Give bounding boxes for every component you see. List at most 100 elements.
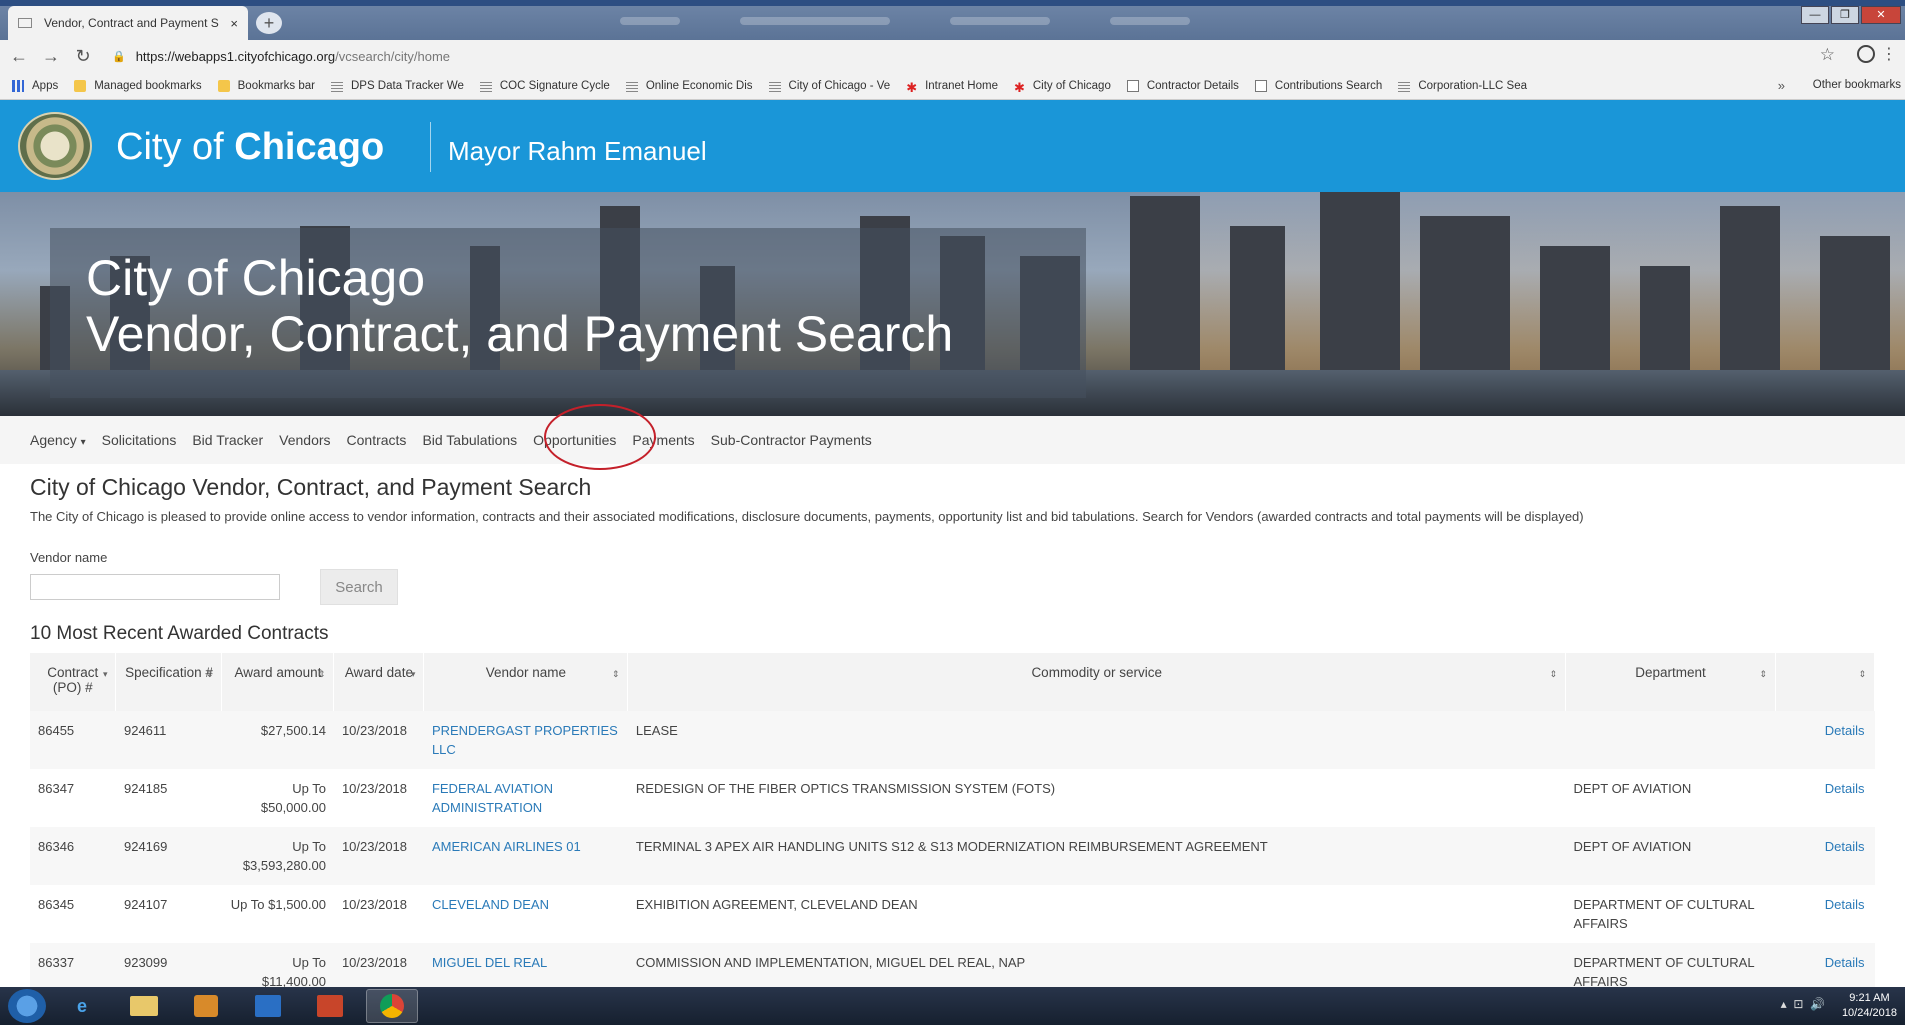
nav-sub-contractor-payments[interactable]: Sub-Contractor Payments (711, 432, 872, 448)
nav-bid-tabulations[interactable]: Bid Tabulations (422, 432, 517, 448)
cell-date: 10/23/2018 (334, 711, 424, 769)
col-header-department[interactable]: Department ⇕ (1565, 653, 1776, 711)
nav-opportunities[interactable]: Opportunities (533, 432, 616, 448)
url-path: /vcsearch/city/home (335, 48, 451, 64)
powerpoint-icon[interactable] (304, 989, 356, 1023)
city-seal-logo[interactable] (18, 112, 92, 180)
vendor-link[interactable]: FEDERAL AVIATION ADMINISTRATION (432, 781, 553, 815)
vendor-link[interactable]: MIGUEL DEL REAL (432, 955, 547, 970)
nav-vendors[interactable]: Vendors (279, 432, 330, 448)
browser-titlebar: Vendor, Contract and Payment S × + — ❐ ✕ (0, 0, 1905, 40)
page-title: City of Chicago Vendor, Contract, and Pa… (30, 474, 592, 500)
col-header-date[interactable]: Award date ▾ (333, 653, 425, 711)
bookmark-item[interactable]: COC Signature Cycle (479, 79, 610, 92)
cell-department: DEPARTMENT OF CULTURAL AFFAIRS (1566, 885, 1776, 943)
file-explorer-icon[interactable] (118, 989, 170, 1023)
col-header-department-label: Department (1635, 665, 1706, 680)
cell-spec-text: 924185 (123, 781, 168, 796)
bookmark-label: COC Signature Cycle (499, 79, 610, 92)
col-header-spec[interactable]: Specification # ⇕ (115, 653, 223, 711)
outlook-icon[interactable] (242, 989, 294, 1023)
brand-bold: Chicago (234, 126, 385, 168)
bookmark-item[interactable]: Apps (12, 79, 58, 92)
sort-icon: ⇕ (317, 669, 326, 679)
bookmark-star-icon[interactable]: ☆ (1820, 45, 1835, 65)
vendor-link[interactable]: CLEVELAND DEAN (432, 897, 549, 912)
cell-commodity-text: EXHIBITION AGREEMENT, CLEVELAND DEAN (635, 897, 918, 912)
details-link[interactable]: Details (1825, 897, 1865, 912)
new-tab-button[interactable]: + (256, 12, 282, 34)
blurred-tab-strip (620, 12, 1620, 30)
col-header-details[interactable]: ⇕ (1775, 653, 1876, 711)
details-link[interactable]: Details (1825, 839, 1865, 854)
site-brand[interactable]: City of Chicago (116, 126, 384, 169)
vendor-name-input[interactable] (30, 574, 280, 600)
cell-amount: Up To $50,000.00 (222, 769, 334, 827)
doc-icon (1126, 79, 1139, 92)
minimize-button[interactable]: — (1801, 6, 1829, 24)
cell-spec-text: 923099 (123, 955, 168, 970)
bookmark-item[interactable]: ✱ City of Chicago (1014, 80, 1111, 95)
bookmarks-overflow-button[interactable]: » (1778, 78, 1785, 93)
nav-payments[interactable]: Payments (632, 432, 694, 448)
media-player-icon[interactable] (180, 989, 232, 1023)
nav-bid-tracker[interactable]: Bid Tracker (192, 432, 263, 448)
cell-commodity: EXHIBITION AGREEMENT, CLEVELAND DEAN (628, 885, 1566, 943)
browser-tab[interactable]: Vendor, Contract and Payment S × (8, 6, 248, 40)
skyline-building (1720, 206, 1780, 376)
back-arrow-icon[interactable]: ← (6, 46, 32, 67)
maximize-button[interactable]: ❐ (1831, 6, 1859, 24)
other-bookmarks[interactable]: Other bookmarks (1805, 79, 1901, 91)
search-row: Search (30, 569, 1875, 605)
address-bar[interactable]: 🔒 https://webapps1.cityofchicago.org/vcs… (112, 44, 1812, 68)
bookmark-item[interactable]: Online Economic Dis (625, 79, 753, 92)
intro-text: The City of Chicago is pleased to provid… (30, 509, 1584, 524)
skyline-building (1420, 216, 1510, 376)
doc-icon (1254, 79, 1267, 92)
nav-contracts[interactable]: Contracts (347, 432, 407, 448)
search-button[interactable]: Search (320, 569, 398, 605)
nav-solicitations[interactable]: Solicitations (102, 432, 177, 448)
vendor-link[interactable]: AMERICAN AIRLINES 01 (432, 839, 581, 854)
bookmark-item[interactable]: Managed bookmarks (74, 79, 202, 92)
chrome-icon[interactable] (366, 989, 418, 1023)
bookmark-item[interactable]: Contributions Search (1254, 79, 1382, 92)
details-link[interactable]: Details (1825, 955, 1865, 970)
window-close-button[interactable]: ✕ (1861, 6, 1901, 24)
col-header-vendor[interactable]: Vendor name ⇕ (423, 653, 629, 711)
nav-agency[interactable]: Agency ▾ (30, 432, 86, 448)
tab-favicon-icon (18, 18, 32, 28)
bookmark-item[interactable]: Corporation-LLC Sea (1398, 79, 1527, 92)
col-header-date-label: Award date (344, 665, 413, 680)
col-header-commodity[interactable]: Commodity or service ⇕ (627, 653, 1567, 711)
bookmark-item[interactable]: DPS Data Tracker We (330, 79, 464, 92)
profile-icon[interactable] (1857, 45, 1875, 63)
taskbar-clock[interactable]: 9:21 AM 10/24/2018 (1842, 991, 1897, 1021)
skyline-building (1230, 226, 1285, 376)
ie-icon[interactable]: e (56, 989, 108, 1023)
bookmark-label: Intranet Home (925, 79, 998, 92)
page-icon (479, 79, 492, 92)
bookmark-label: Online Economic Dis (645, 79, 753, 92)
reload-icon[interactable]: ↻ (70, 46, 96, 67)
start-button[interactable] (8, 989, 46, 1023)
bookmark-item[interactable]: City of Chicago - Ve (768, 79, 890, 92)
system-tray[interactable]: ▴ ⊡ 🔊 (1781, 997, 1825, 1011)
details-link[interactable]: Details (1825, 781, 1865, 796)
vendor-link[interactable]: PRENDERGAST PROPERTIES LLC (432, 723, 618, 757)
col-header-amount[interactable]: Award amount ⇕ (221, 653, 335, 711)
cell-spec: 924185 (116, 769, 222, 827)
browser-menu-icon[interactable]: ⋮ (1881, 44, 1897, 64)
bookmark-item[interactable]: ✱ Intranet Home (906, 79, 998, 95)
sort-desc-icon: ▾ (102, 669, 108, 679)
forward-arrow-icon[interactable]: → (38, 46, 64, 67)
bookmark-item[interactable]: Bookmarks bar (217, 79, 315, 92)
sort-icon: ⇕ (1549, 669, 1558, 679)
clock-date: 10/24/2018 (1841, 1007, 1897, 1019)
col-header-po[interactable]: Contract (PO) # ▾ (30, 653, 117, 711)
tab-close-icon[interactable]: × (230, 16, 238, 31)
lock-icon: 🔒 (112, 50, 126, 63)
cell-po-text: 86337 (38, 955, 75, 970)
bookmark-item[interactable]: Contractor Details (1126, 79, 1239, 92)
details-link[interactable]: Details (1825, 723, 1865, 738)
